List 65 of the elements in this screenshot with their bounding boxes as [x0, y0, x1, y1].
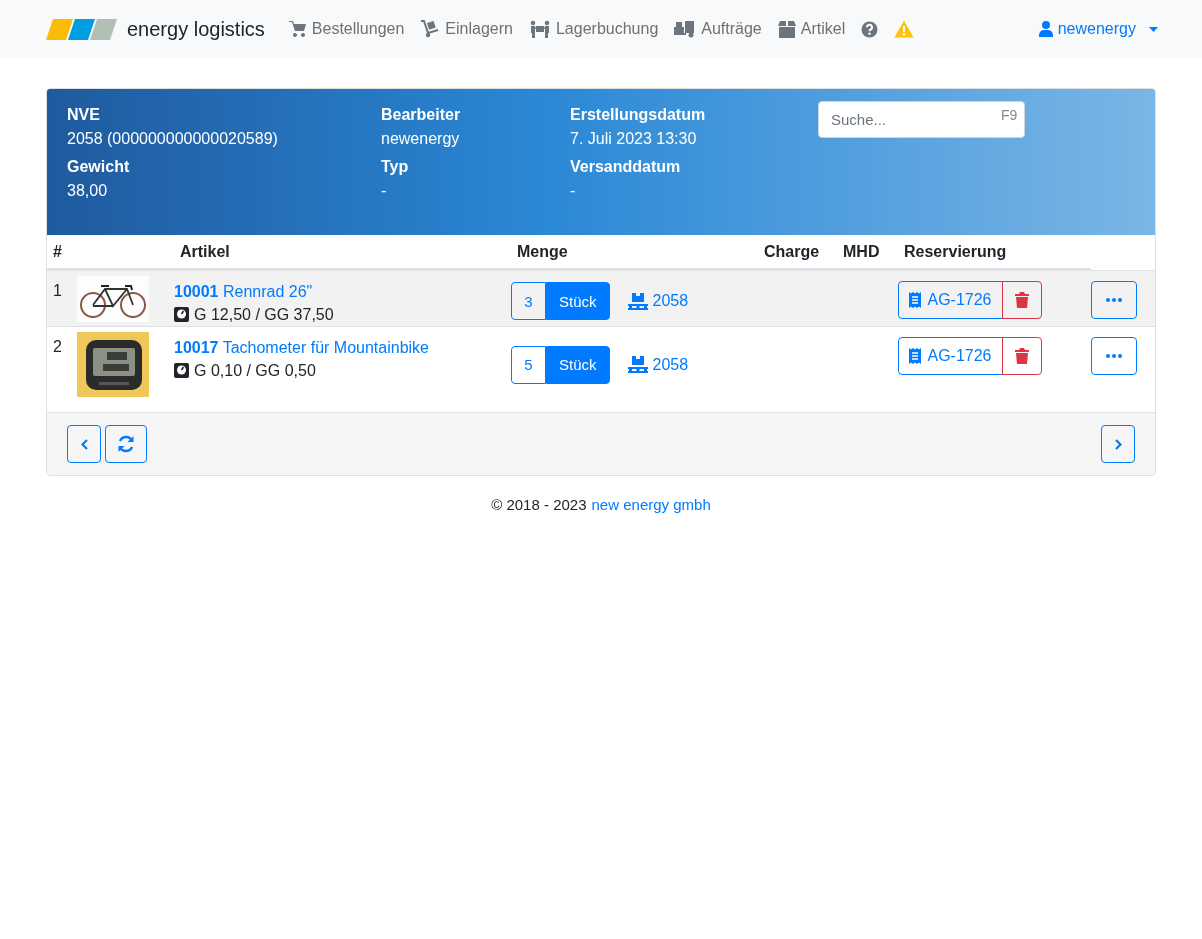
more-button[interactable]: [1091, 337, 1137, 375]
nav-link[interactable]: Artikel: [777, 20, 846, 38]
people-carrying-box-icon: [528, 20, 551, 38]
trash-icon: [1015, 292, 1029, 308]
next-button[interactable]: [1101, 425, 1135, 463]
chevron-left-icon: [80, 438, 88, 450]
field-value: -: [381, 181, 388, 201]
field-label: Versanddatum: [570, 157, 682, 177]
weight-icon: [174, 363, 189, 378]
table-row[interactable]: 2 10017 Tachometer für Mountainbike G 0,10 / GG 0,50 5 Stück 2058 AG-1726: [47, 326, 1155, 397]
user-menu[interactable]: newenergy: [1038, 20, 1158, 38]
field-value: newenergy: [381, 129, 461, 149]
row-number: 1: [52, 281, 63, 301]
reservation-button[interactable]: AG-1726: [898, 281, 1003, 319]
article-link[interactable]: 10001 Rennrad 26": [174, 283, 313, 300]
unit-button[interactable]: Stück: [546, 282, 610, 320]
truck-icon: [674, 20, 697, 38]
company-link[interactable]: new energy gmbh: [591, 496, 711, 513]
ellipsis-icon: [1106, 354, 1122, 358]
pallet-icon: [627, 356, 648, 373]
chevron-right-icon: [1114, 438, 1122, 450]
weight-icon: [174, 307, 189, 322]
brand-name[interactable]: energy logistics: [127, 17, 265, 41]
pallet-link[interactable]: 2058: [627, 355, 689, 374]
copyright-text: © 2018 - 2023: [491, 496, 587, 513]
field-label: Typ: [381, 157, 410, 177]
receipt-icon: [909, 292, 922, 308]
logo-icon[interactable]: [46, 18, 117, 40]
field-value: 7. Juli 2023 13:30: [570, 129, 698, 149]
nav-link[interactable]: Lagerbuchung: [528, 20, 659, 38]
pallet-icon: [627, 292, 648, 310]
cart-icon: [288, 21, 307, 37]
table-row[interactable]: 1 10001 Rennrad 26" G 12,50 / GG 37,50 3 Stück 2058 AG-1726: [47, 270, 1155, 326]
user-icon: [1038, 21, 1053, 37]
field-label: Bearbeiter: [381, 105, 462, 125]
field-value: -: [570, 181, 577, 201]
nav-link[interactable]: Aufträge: [674, 20, 762, 38]
reservation-button[interactable]: AG-1726: [898, 337, 1003, 375]
nav-link[interactable]: Einlagern: [420, 20, 513, 38]
field-label: Erstellungsdatum: [570, 105, 707, 125]
trash-icon: [1015, 348, 1029, 364]
article-link[interactable]: 10017 Tachometer für Mountainbike: [174, 339, 429, 356]
previous-button[interactable]: [67, 425, 101, 463]
ellipsis-icon: [1106, 298, 1122, 302]
row-number: 2: [52, 337, 63, 357]
caret-icon: [1149, 26, 1158, 32]
nav-link[interactable]: Bestellungen: [288, 20, 405, 38]
refresh-button[interactable]: [105, 425, 147, 463]
hand-truck-icon: [420, 20, 441, 38]
delete-button[interactable]: [1002, 337, 1042, 375]
delete-button[interactable]: [1002, 281, 1042, 319]
more-button[interactable]: [1091, 281, 1137, 319]
refresh-icon: [117, 435, 135, 453]
weight-text: G 0,10 / GG 0,50: [194, 361, 316, 381]
field-value: 38,00: [67, 181, 109, 201]
shortcut-hint: F9: [1001, 107, 1018, 123]
field-label: NVE: [67, 105, 101, 125]
unit-button[interactable]: Stück: [546, 345, 610, 384]
receipt-icon: [909, 348, 922, 364]
box-icon: [777, 20, 796, 38]
field-value: 2058 (000000000000020589): [67, 129, 279, 149]
weight-text: G 12,50 / GG 37,50: [194, 305, 334, 325]
pallet-link[interactable]: 2058: [627, 292, 689, 310]
field-label: Gewicht: [67, 157, 131, 177]
help-icon[interactable]: [861, 20, 879, 38]
